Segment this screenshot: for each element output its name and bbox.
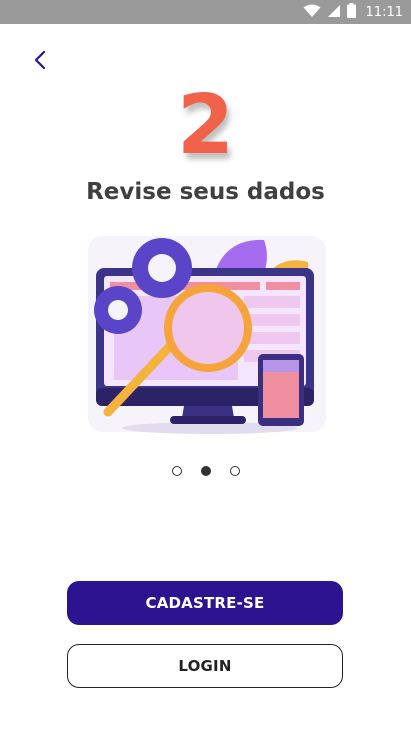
page-dot[interactable]: [230, 466, 240, 476]
step-title: Revise seus dados: [86, 179, 325, 205]
review-data-illustration: [82, 232, 332, 437]
page-indicator: [172, 464, 240, 478]
wifi-icon: [303, 3, 321, 22]
battery-icon: [346, 2, 356, 22]
login-button[interactable]: LOGIN: [67, 644, 343, 688]
page-dot-active[interactable]: [201, 466, 211, 476]
step-number: 2: [176, 78, 235, 173]
chevron-left-icon: [33, 49, 47, 75]
status-icons: 11:11: [303, 2, 403, 22]
status-time: 11:11: [365, 4, 403, 20]
back-button[interactable]: [26, 48, 54, 76]
status-bar: 11:11: [0, 0, 411, 24]
register-button[interactable]: CADASTRE-SE: [67, 581, 343, 625]
page-dot[interactable]: [172, 466, 182, 476]
cellular-signal-icon: [327, 3, 341, 22]
